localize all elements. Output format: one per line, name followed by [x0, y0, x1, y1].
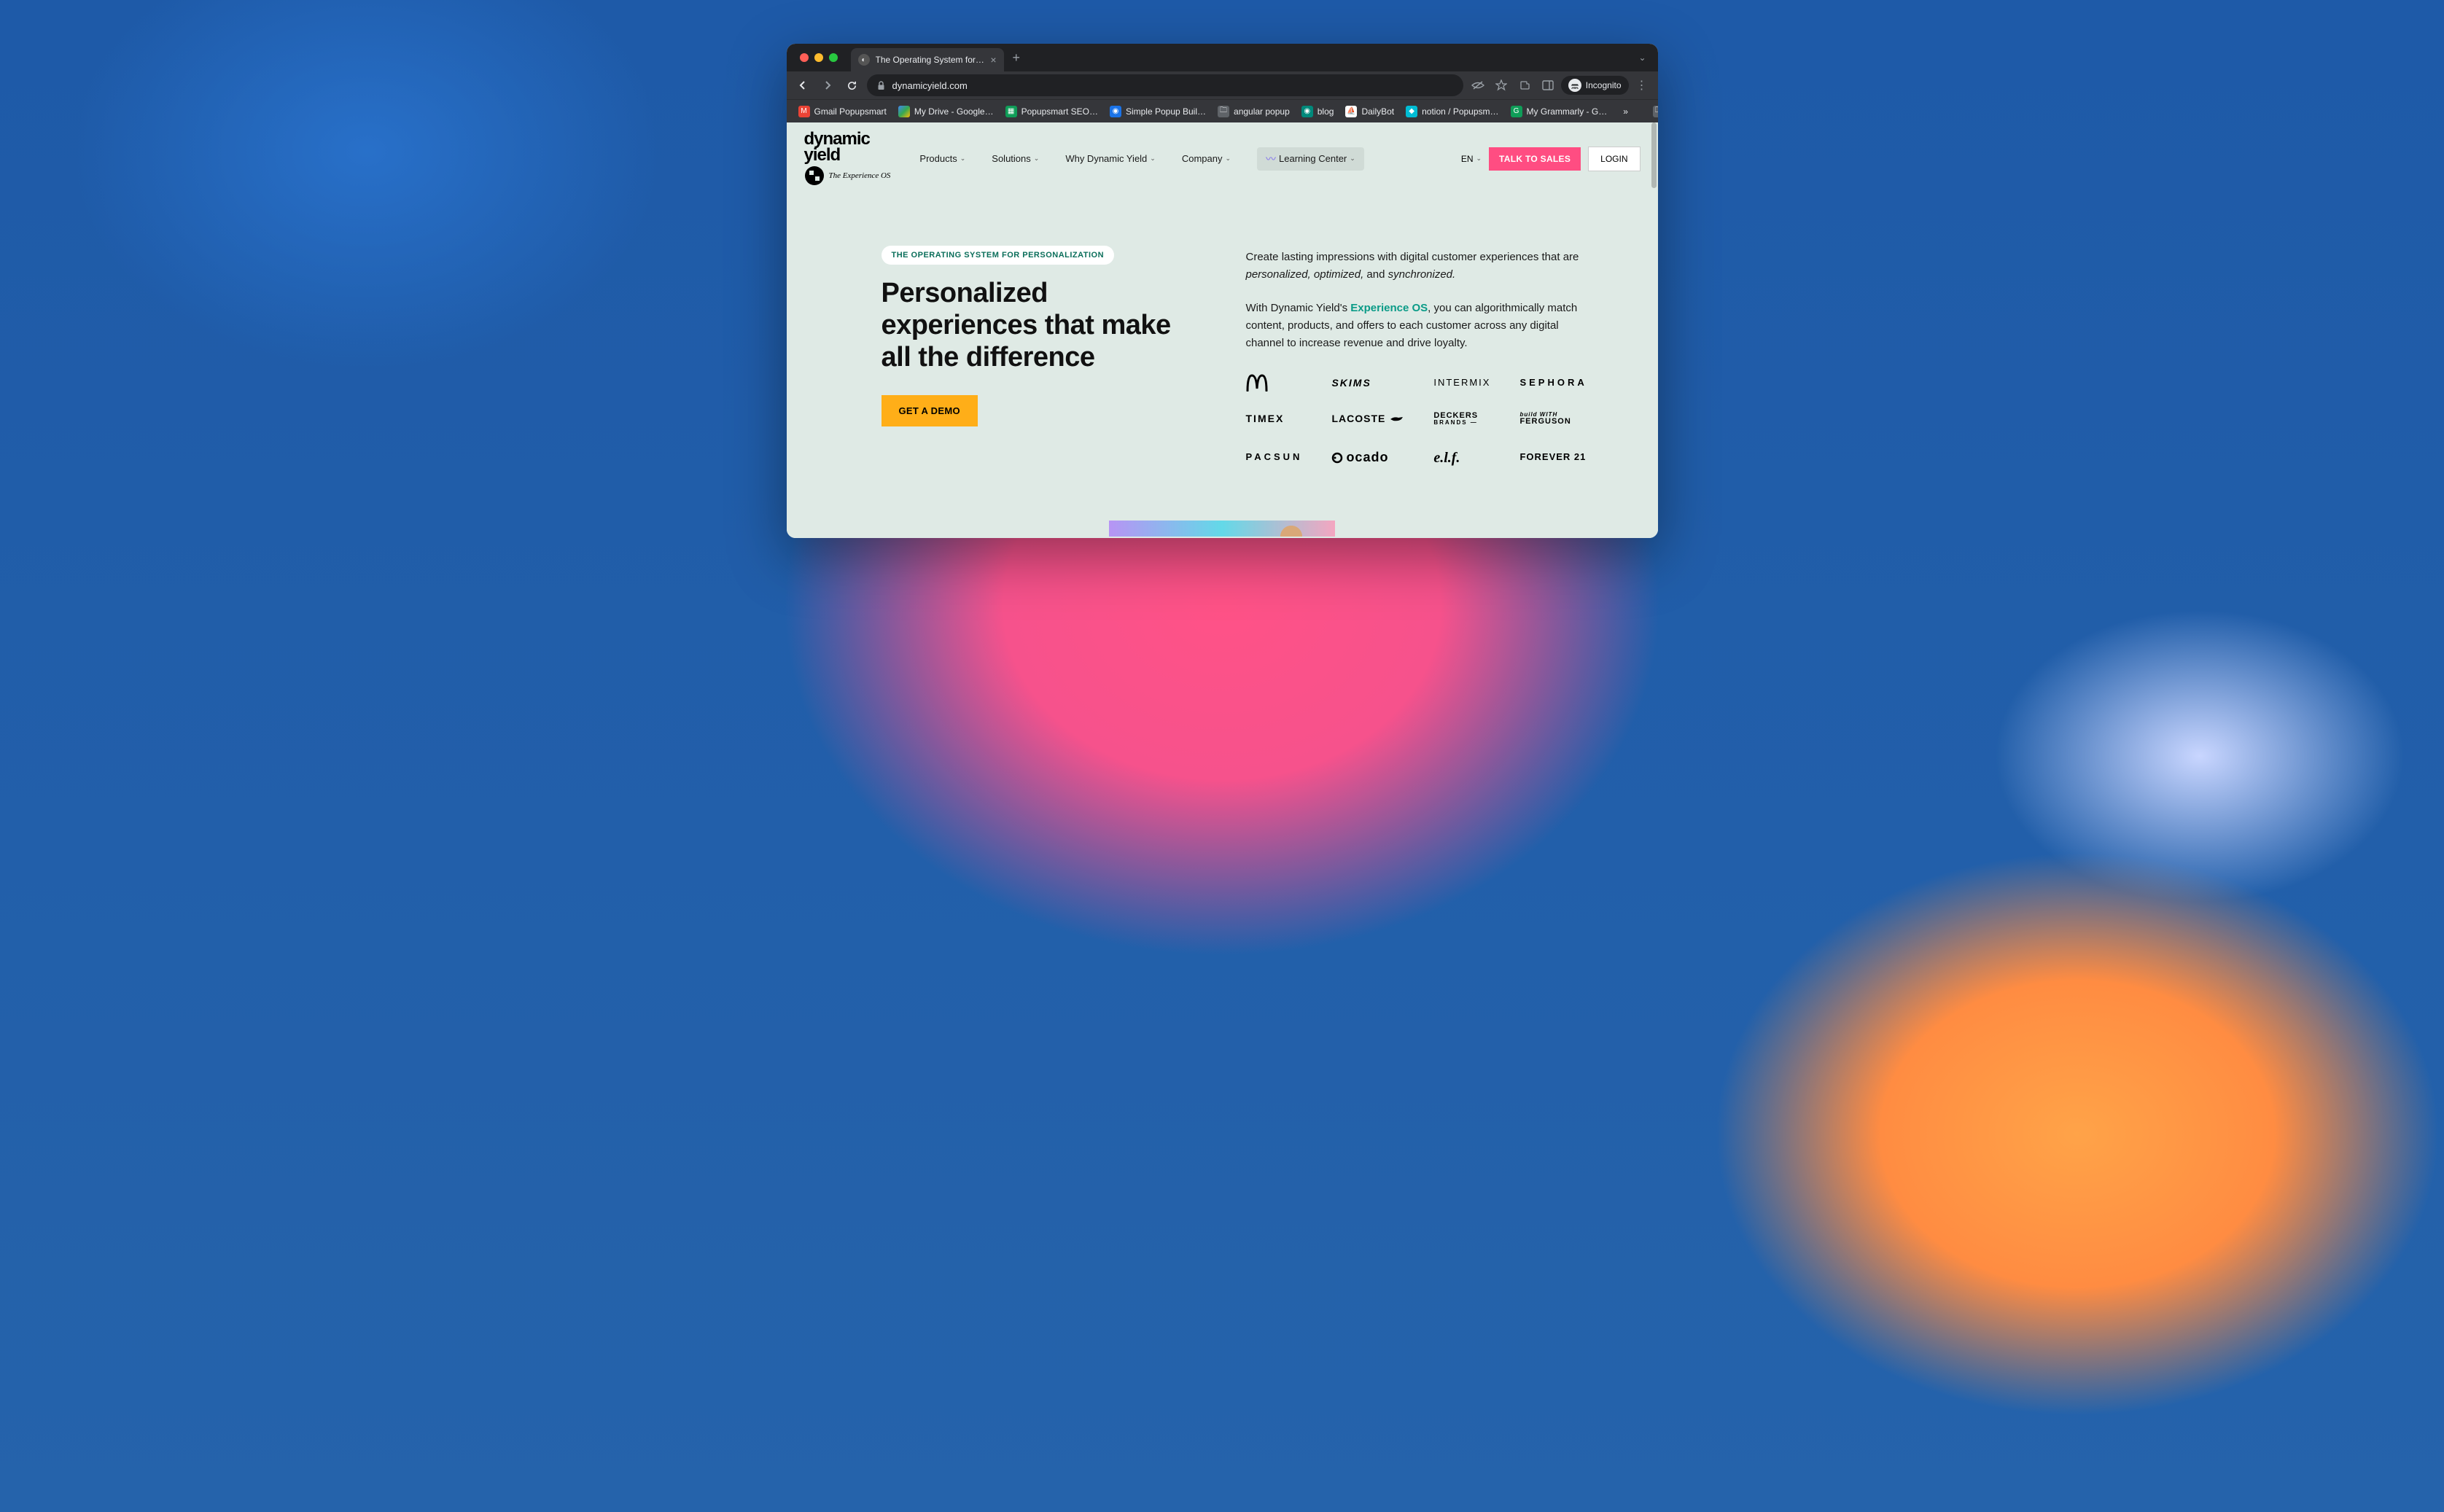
tab-favicon-icon: ◐: [858, 54, 870, 66]
back-button[interactable]: [793, 75, 813, 96]
hero-right: Create lasting impressions with digital …: [1246, 246, 1587, 469]
tab-title: The Operating System for Pers: [876, 55, 985, 65]
blog-icon: ◉: [1301, 106, 1313, 117]
nav-learning-center[interactable]: 〰 Learning Center⌄: [1257, 147, 1364, 171]
brand-forever21: FOREVER 21: [1519, 450, 1587, 465]
brand-ocado: ocado: [1331, 447, 1404, 468]
language-selector[interactable]: EN⌄: [1461, 154, 1482, 164]
hero-section: THE OPERATING SYSTEM FOR PERSONALIZATION…: [787, 195, 1658, 491]
incognito-badge[interactable]: Incognito: [1561, 76, 1629, 95]
brand-timex: TIMEX: [1246, 410, 1303, 426]
brand-lacoste: LACOSTE: [1331, 410, 1404, 426]
logo-text: dynamicyield: [804, 131, 870, 163]
brand-mcdonalds: [1246, 374, 1303, 391]
chrome-top: ◐ The Operating System for Pers × + ⌄: [787, 44, 1658, 122]
incognito-icon: [1568, 79, 1581, 92]
bookmark-blog[interactable]: ◉blog: [1297, 103, 1339, 120]
site-logo[interactable]: dynamicyield The Experience OS: [804, 131, 891, 186]
bookmark-notion[interactable]: ◆notion / Popupsm…: [1401, 103, 1503, 120]
bookmark-gmail[interactable]: MGmail Popupsmart: [794, 103, 891, 120]
extensions-icon[interactable]: [1514, 75, 1535, 96]
bookmarks-overflow-icon[interactable]: »: [1617, 106, 1634, 117]
ocado-icon: [1331, 452, 1343, 464]
hero-paragraph-1: Create lasting impressions with digital …: [1246, 249, 1587, 284]
get-demo-button[interactable]: GET A DEMO: [882, 395, 978, 426]
minimize-window-button[interactable]: [814, 53, 823, 62]
site-header: dynamicyield The Experience OS Products⌄…: [787, 122, 1658, 195]
new-tab-button[interactable]: +: [1004, 50, 1030, 66]
browser-toolbar: dynamicyield.com: [787, 71, 1658, 99]
learning-icon: 〰: [1266, 152, 1276, 166]
bookmark-drive[interactable]: My Drive - Google…: [894, 103, 998, 120]
drive-icon: [898, 106, 910, 117]
brand-deckers: DECKERS BRANDS —: [1433, 412, 1490, 426]
all-bookmarks-button[interactable]: 🗀 All Bookmarks: [1649, 98, 1658, 125]
nav-company[interactable]: Company⌄: [1182, 153, 1231, 164]
logo-mark-icon: [804, 165, 825, 186]
bookmark-sheets[interactable]: ▦Popupsmart SEO…: [1001, 103, 1102, 120]
tab-search-icon[interactable]: ⌄: [1632, 52, 1651, 63]
crocodile-icon: [1390, 414, 1404, 423]
brand-elf: e.l.f.: [1433, 446, 1490, 469]
hero-left: THE OPERATING SYSTEM FOR PERSONALIZATION…: [882, 246, 1202, 469]
browser-tab[interactable]: ◐ The Operating System for Pers ×: [851, 48, 1004, 71]
bookmark-dailybot[interactable]: ⛵DailyBot: [1341, 103, 1398, 120]
brand-intermix: INTERMIX: [1433, 375, 1490, 391]
main-nav: Products⌄ Solutions⌄ Why Dynamic Yield⌄ …: [919, 147, 1363, 171]
chevron-down-icon: ⌄: [1225, 155, 1231, 163]
reload-button[interactable]: [842, 75, 863, 96]
menu-icon[interactable]: ⋮: [1632, 75, 1652, 96]
login-button[interactable]: LOGIN: [1588, 147, 1640, 171]
folder-icon: 🗀: [1218, 106, 1229, 117]
grammarly-icon: G: [1511, 106, 1522, 117]
hero-eyebrow: THE OPERATING SYSTEM FOR PERSONALIZATION: [882, 246, 1115, 265]
nav-products[interactable]: Products⌄: [919, 153, 965, 164]
logo-tagline: The Experience OS: [829, 171, 891, 180]
bookmark-popup[interactable]: ◉Simple Popup Buil…: [1105, 103, 1210, 120]
nav-why[interactable]: Why Dynamic Yield⌄: [1065, 153, 1156, 164]
tab-strip: ◐ The Operating System for Pers × + ⌄: [787, 44, 1658, 71]
below-fold-preview: [1109, 521, 1335, 537]
hero-paragraph-2: With Dynamic Yield's Experience OS, you …: [1246, 300, 1587, 352]
brand-pacsun: PACSUN: [1246, 450, 1303, 465]
brand-sephora: SEPHORA: [1519, 375, 1587, 391]
window-controls: [793, 53, 845, 62]
bookmarks-bar: MGmail Popupsmart My Drive - Google… ▦Po…: [787, 99, 1658, 122]
side-panel-icon[interactable]: [1538, 75, 1558, 96]
maximize-window-button[interactable]: [829, 53, 838, 62]
notion-icon: ◆: [1406, 106, 1417, 117]
browser-window: ◐ The Operating System for Pers × + ⌄: [787, 44, 1658, 538]
chevron-down-icon: ⌄: [1150, 155, 1156, 163]
gmail-icon: M: [798, 106, 810, 117]
chevron-down-icon: ⌄: [1476, 155, 1482, 163]
app-icon: ◉: [1110, 106, 1121, 117]
nav-solutions[interactable]: Solutions⌄: [992, 153, 1039, 164]
scrollbar-thumb[interactable]: [1651, 122, 1657, 188]
chevron-down-icon: ⌄: [1350, 155, 1355, 163]
lock-icon: [877, 81, 885, 90]
brand-skims: SKIMS: [1331, 375, 1404, 391]
sheets-icon: ▦: [1005, 106, 1017, 117]
bookmark-angular[interactable]: 🗀angular popup: [1213, 103, 1294, 120]
chevron-down-icon: ⌄: [960, 155, 966, 163]
page-content: dynamicyield The Experience OS Products⌄…: [787, 122, 1658, 538]
brand-logos-grid: SKIMS INTERMIX SEPHORA TIMEX LACOSTE DEC…: [1246, 374, 1587, 469]
talk-to-sales-button[interactable]: TALK TO SALES: [1489, 147, 1581, 171]
dailybot-icon: ⛵: [1345, 106, 1357, 117]
hero-title: Personalized experiences that make all t…: [882, 278, 1202, 373]
tab-close-icon[interactable]: ×: [990, 54, 996, 66]
folder-icon: 🗀: [1653, 106, 1658, 117]
bookmark-star-icon[interactable]: [1491, 75, 1511, 96]
chevron-down-icon: ⌄: [1034, 155, 1040, 163]
url-text: dynamicyield.com: [892, 80, 968, 91]
experience-os-link[interactable]: Experience OS: [1350, 302, 1428, 314]
forward-button[interactable]: [817, 75, 838, 96]
tracking-icon[interactable]: [1468, 75, 1488, 96]
address-bar[interactable]: dynamicyield.com: [867, 74, 1463, 96]
close-window-button[interactable]: [800, 53, 809, 62]
incognito-label: Incognito: [1586, 80, 1622, 90]
brand-ferguson: build WITH FERGUSON: [1519, 412, 1587, 426]
bookmark-grammarly[interactable]: GMy Grammarly - G…: [1506, 103, 1612, 120]
